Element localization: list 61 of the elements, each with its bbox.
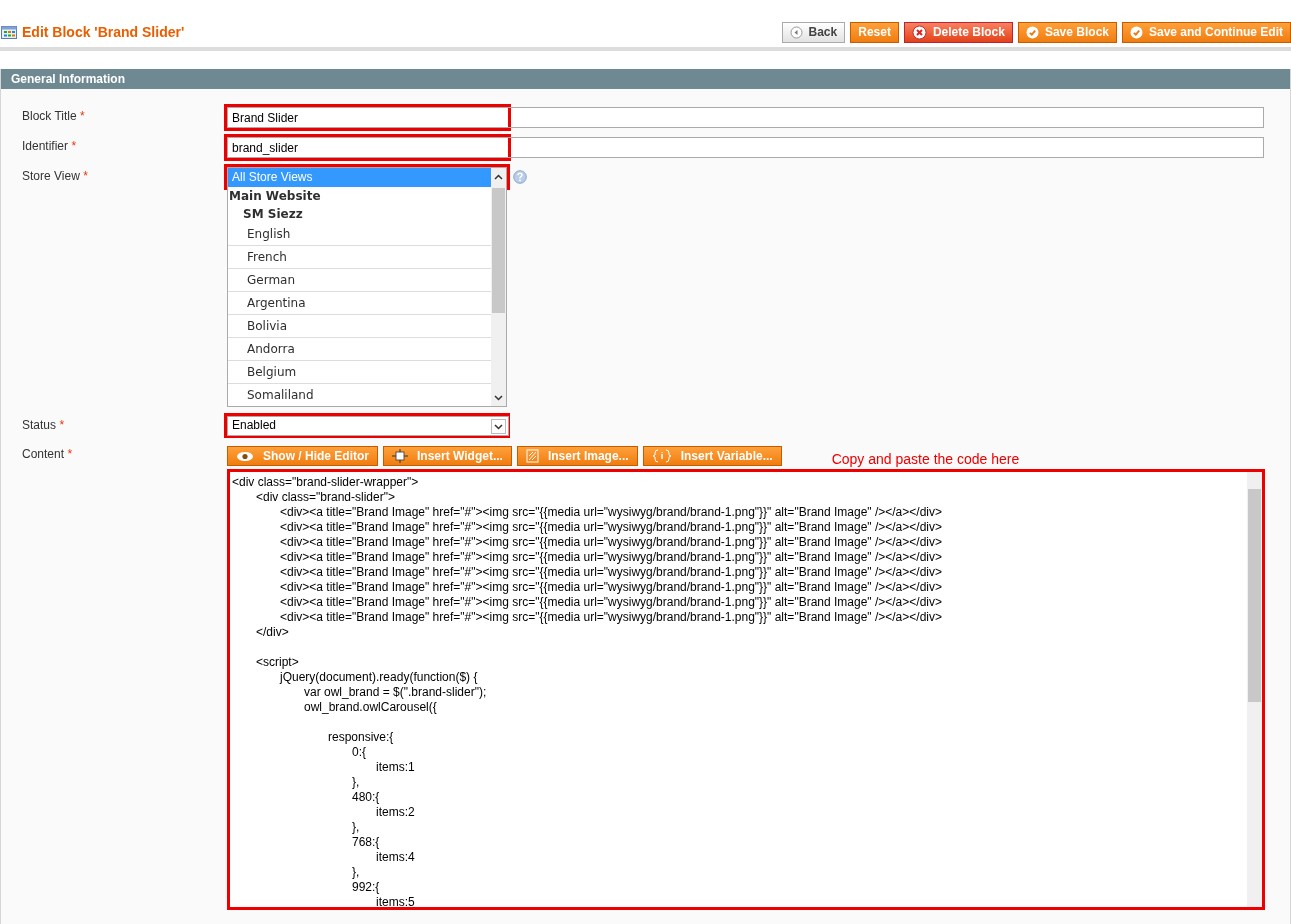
scrollbar-thumb[interactable] <box>492 188 505 313</box>
text-input[interactable]: brand_slider <box>227 137 1264 158</box>
list-option[interactable]: French <box>228 246 491 269</box>
list-option[interactable]: English <box>228 223 491 246</box>
status-select[interactable]: Enabled <box>227 416 509 436</box>
option-group: Main Website <box>228 187 506 205</box>
list-option[interactable]: Belgium <box>228 361 491 384</box>
code-line: items:4 <box>375 850 416 865</box>
code-line: 768:{ <box>351 835 381 850</box>
code-line: <div><a title="Brand Image" href="#"><img src="{{media url="wysiwyg/brand/brand-1.png"}}" alt="Brand Image" /></a></div> <box>279 595 943 610</box>
braces-icon <box>651 449 672 463</box>
code-line: jQuery(document).ready(function($) { <box>278 670 479 685</box>
code-line: <div><a title="Brand Image" href="#"><img src="{{media url="wysiwyg/brand/brand-1.png"}}" alt="Brand Image" /></a></div> <box>279 610 943 625</box>
code-line: <div><a title="Brand Image" href="#"><img src="{{media url="wysiwyg/brand/brand-1.png"}}" alt="Brand Image" /></a></div> <box>279 505 943 520</box>
field-label: Identifier * <box>22 138 78 153</box>
list-option[interactable]: Argentina <box>228 292 491 315</box>
code-line: <div><a title="Brand Image" href="#"><img src="{{media url="wysiwyg/brand/brand-1.png"}}" alt="Brand Image" /></a></div> <box>279 580 943 595</box>
code-editor[interactable] <box>227 469 1265 910</box>
eye-icon <box>236 450 254 462</box>
close-icon <box>911 24 927 40</box>
code-line: <script> <box>255 655 300 670</box>
field-label: Content * <box>22 446 74 461</box>
code-line: 480:{ <box>351 790 381 805</box>
code-line: 0:{ <box>351 745 367 760</box>
list-option[interactable]: Bolivia <box>228 315 491 338</box>
option-group: SM Siezz <box>228 205 506 223</box>
store-view-listbox[interactable]: All Store Views Main Website SM Siezz English French German Argentina Bolivia Andorra Belgium Somaliland <box>227 167 507 407</box>
field-label: Block Title * <box>22 108 86 123</box>
list-option[interactable]: German <box>228 269 491 292</box>
back-icon <box>789 25 803 39</box>
code-line: <div><a title="Brand Image" href="#"><img src="{{media url="wysiwyg/brand/brand-1.png"}}" alt="Brand Image" /></a></div> <box>279 565 943 580</box>
widget-icon <box>392 449 408 463</box>
annotation-note: Copy and paste the code here <box>831 451 1020 467</box>
code-line: owl_brand.owlCarousel({ <box>303 700 438 715</box>
code-line: responsive:{ <box>327 730 395 745</box>
code-line: items:5 <box>375 895 416 907</box>
code-line: var owl_brand = $(".brand-slider"); <box>303 685 488 700</box>
section-header: General Information <box>1 69 1290 89</box>
code-line: items:2 <box>375 805 416 820</box>
code-line: }, <box>351 820 361 835</box>
text-input[interactable]: Brand Slider <box>227 107 1264 128</box>
page-title: Edit Block 'Brand Slider' <box>22 24 185 40</box>
code-line: items:1 <box>375 760 416 775</box>
list-option[interactable]: Andorra <box>228 338 491 361</box>
code-line: <div><a title="Brand Image" href="#"><img src="{{media url="wysiwyg/brand/brand-1.png"}}" alt="Brand Image" /></a></div> <box>279 550 943 565</box>
field-label: Status * <box>22 417 66 432</box>
code-line: 992:{ <box>351 880 381 895</box>
checkmark-icon <box>1025 25 1039 39</box>
image-icon <box>525 449 539 463</box>
grid-icon <box>1 25 17 39</box>
checkmark-icon <box>1130 25 1143 39</box>
code-line: <div class="brand-slider"> <box>255 490 396 505</box>
code-line: }, <box>351 775 361 790</box>
scrollbar-thumb[interactable] <box>1248 489 1261 702</box>
code-line: <div><a title="Brand Image" href="#"><img src="{{media url="wysiwyg/brand/brand-1.png"}}" alt="Brand Image" /></a></div> <box>279 535 943 550</box>
code-line: <div><a title="Brand Image" href="#"><img src="{{media url="wysiwyg/brand/brand-1.png"}}" alt="Brand Image" /></a></div> <box>279 520 943 535</box>
back-button[interactable]: Back <box>781 21 846 43</box>
code-line: </div> <box>255 625 290 640</box>
code-line: }, <box>351 865 361 880</box>
code-line: <div class="brand-slider-wrapper"> <box>232 475 420 490</box>
field-label: Store View * <box>22 168 89 183</box>
